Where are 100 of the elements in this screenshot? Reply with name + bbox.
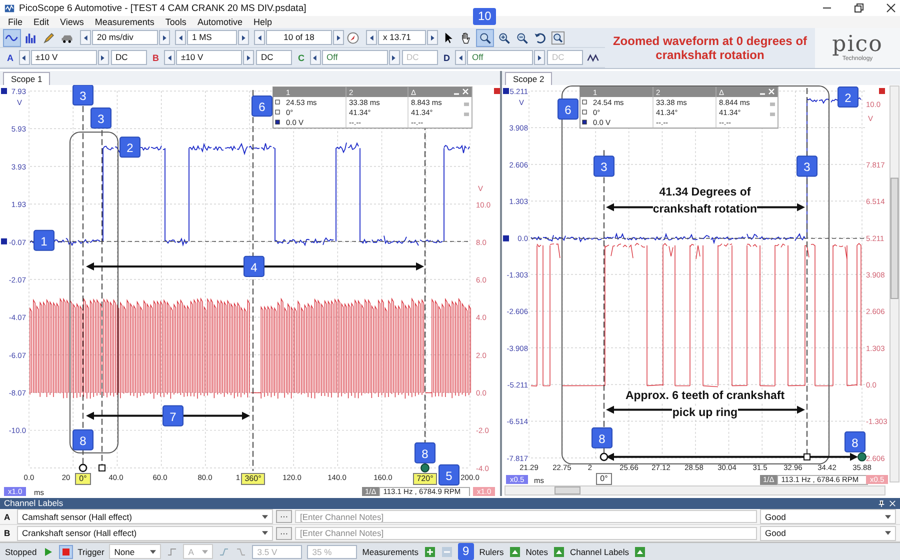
range-dropdown[interactable]: ±10 V (176, 50, 242, 65)
range-dropdown[interactable]: Off (467, 50, 533, 65)
channel-marker[interactable] (1, 238, 7, 244)
previous-button[interactable] (254, 30, 265, 45)
next-button[interactable] (534, 50, 545, 65)
next-button[interactable] (388, 50, 400, 65)
pin-icon[interactable] (878, 500, 885, 507)
more-button[interactable]: ··· (276, 510, 292, 524)
previous-button[interactable] (164, 50, 175, 65)
phase-tag: 0° (75, 472, 91, 485)
channel-letter: B (4, 528, 12, 538)
previous-button[interactable] (366, 30, 377, 45)
horizontal-scrollbar[interactable] (504, 485, 886, 496)
scope-tab[interactable]: Scope 2 (505, 72, 552, 85)
compass-icon[interactable] (345, 30, 361, 46)
next-button[interactable] (238, 30, 249, 45)
menu-item[interactable]: File (8, 17, 23, 27)
menu-item[interactable]: Views (60, 17, 84, 27)
ruler-handle[interactable] (98, 464, 106, 472)
left-arrow-icon (370, 34, 374, 40)
right-arrow-icon (392, 54, 396, 60)
left-arrow-icon (313, 54, 317, 60)
callout-badge: 5 (438, 464, 460, 486)
previous-button[interactable] (175, 30, 186, 45)
callout-badge: 3 (594, 156, 614, 177)
label-dropdown[interactable]: Crankshaft sensor (Hall effect) (17, 526, 273, 541)
menu-item[interactable]: Help (253, 17, 272, 27)
previous-button[interactable] (310, 50, 320, 65)
previous-button[interactable] (18, 50, 30, 65)
zoom-field[interactable]: x 13.71 (378, 30, 426, 45)
rating-dropdown[interactable]: Good (760, 509, 896, 524)
more-button[interactable]: ··· (276, 526, 292, 540)
close-icon[interactable] (886, 3, 896, 13)
menu-item[interactable]: Automotive (197, 17, 242, 27)
ruler-handle[interactable] (804, 453, 810, 460)
range-dropdown[interactable]: ±10 V (30, 50, 96, 65)
rating-dropdown[interactable]: Good (760, 526, 896, 541)
signal-ruler[interactable] (30, 240, 470, 242)
dropdown-arrow-icon[interactable] (885, 531, 891, 536)
dropdown-arrow-icon[interactable] (150, 550, 156, 554)
next-button[interactable] (98, 50, 108, 65)
left-arrow-icon (178, 34, 182, 40)
channel-marker[interactable] (1, 88, 7, 94)
zoom-icon[interactable] (476, 28, 494, 46)
buffer-field[interactable]: 10 of 18 (266, 30, 332, 45)
menu-item[interactable]: Tools (165, 17, 186, 27)
callout-badge: 3 (72, 85, 94, 106)
rulers-label: Rulers (479, 546, 504, 556)
channel-letter[interactable]: B (152, 52, 159, 62)
ruler-handle[interactable] (600, 452, 608, 462)
signal-ruler[interactable] (530, 238, 866, 239)
add-icon[interactable] (424, 546, 436, 558)
scrollbar-thumb[interactable] (890, 178, 898, 300)
channel-marker[interactable] (494, 88, 500, 94)
previous-button[interactable] (80, 30, 91, 45)
channel-letter[interactable]: D (444, 52, 450, 62)
waveform-icon[interactable] (3, 28, 21, 46)
expand-icon[interactable] (552, 546, 565, 558)
time-ruler[interactable] (252, 90, 254, 472)
channel-marker[interactable] (503, 88, 509, 94)
notes-field[interactable]: [Enter Channel Notes] (295, 526, 757, 540)
dropdown-arrow-icon[interactable] (262, 514, 268, 519)
channel-letter[interactable]: A (7, 52, 14, 62)
notes-field[interactable]: [Enter Channel Notes] (295, 510, 757, 524)
ruler-handle[interactable] (858, 452, 866, 462)
menu-item[interactable]: Measurements (94, 17, 154, 27)
timebase-dropdown[interactable]: 20 ms/div (92, 30, 158, 45)
next-button[interactable] (427, 30, 438, 45)
dropdown-arrow-icon[interactable] (262, 531, 268, 536)
restore-icon[interactable] (854, 3, 864, 13)
previous-button[interactable] (455, 50, 466, 65)
expand-icon[interactable] (634, 546, 646, 558)
dropdown-arrow-icon[interactable] (885, 514, 891, 519)
phase-tag: 360° (240, 472, 266, 485)
channel-letter[interactable]: C (298, 52, 304, 62)
left-arrow-icon (84, 34, 88, 40)
logo-text: pico (832, 34, 883, 56)
scope-tab[interactable]: Scope 1 (3, 72, 50, 85)
ruler-handle[interactable] (78, 464, 88, 472)
coupling-dropdown[interactable]: DC (256, 50, 292, 65)
channel-marker[interactable] (503, 235, 509, 242)
ruler-handle[interactable] (420, 463, 430, 472)
annotation-text: Approx. 6 teeth of crankshaft (625, 390, 785, 402)
next-button[interactable] (159, 30, 170, 45)
zoom-fit-icon[interactable] (550, 30, 566, 46)
callout-badge: 10 (473, 8, 496, 24)
expand-icon[interactable] (508, 546, 521, 558)
menu-item[interactable]: Edit (34, 17, 50, 27)
callout-badge: 8 (414, 442, 436, 464)
next-button[interactable] (333, 30, 344, 45)
samples-dropdown[interactable]: 1 MS (187, 30, 237, 45)
trigger-dropdown[interactable]: None (109, 544, 162, 559)
left-arrow-icon (22, 54, 26, 60)
next-button[interactable] (243, 50, 254, 65)
label-dropdown[interactable]: Camshaft sensor (Hall effect) (17, 509, 273, 524)
channel-marker[interactable] (879, 88, 885, 94)
scrollbar-thumb[interactable] (554, 486, 580, 494)
stop-icon[interactable] (58, 544, 73, 558)
coupling-dropdown[interactable]: DC (110, 50, 146, 65)
range-dropdown[interactable]: Off (322, 50, 388, 65)
